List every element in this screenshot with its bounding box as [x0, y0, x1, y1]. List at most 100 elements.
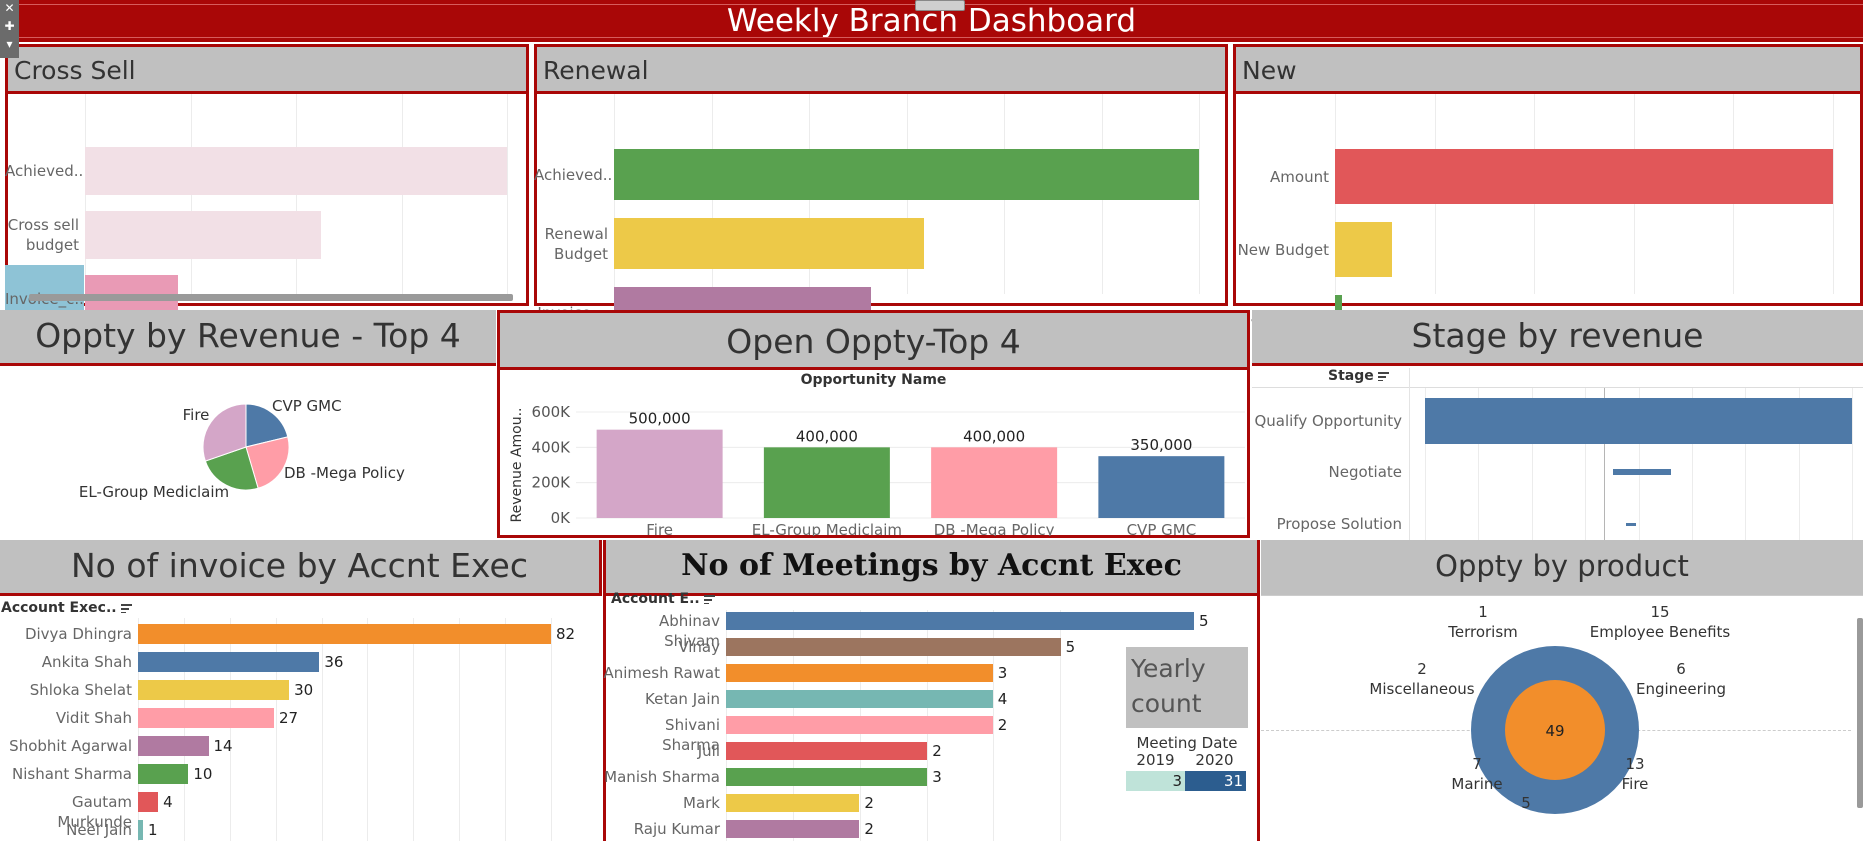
sort-icon[interactable] — [703, 594, 715, 604]
bar — [614, 149, 1199, 200]
exec-name: Vidit Shah — [55, 709, 132, 727]
bar — [726, 716, 993, 734]
stage-label: Propose Solution — [1276, 515, 1402, 533]
bar — [726, 690, 993, 708]
bar — [138, 736, 209, 756]
invoice-exec-panel: No of invoice by Accnt Exec Account Exec… — [0, 540, 602, 841]
segment-count: 6 — [1676, 660, 1686, 678]
data-label: 500,000 — [629, 410, 691, 428]
y-tick-label: 600K — [532, 403, 572, 421]
cross-sell-title: Cross Sell — [5, 44, 529, 94]
sort-icon[interactable] — [120, 603, 132, 613]
bar-label: Cross sell budget — [7, 216, 79, 254]
close-icon[interactable]: ✕ — [0, 0, 19, 18]
gridline — [1833, 94, 1834, 294]
yearly-count-title: Yearly count — [1126, 647, 1248, 728]
horizontal-scrollbar[interactable] — [29, 294, 513, 301]
segment-label: Fire — [1622, 775, 1649, 793]
stage-revenue-title: Stage by revenue — [1252, 310, 1863, 366]
bar — [726, 820, 860, 838]
gridline — [507, 94, 508, 294]
bar-value: 27 — [278, 709, 299, 727]
bar — [726, 638, 1061, 656]
segment-count: 15 — [1650, 603, 1669, 621]
stage-header[interactable]: Stage — [1328, 368, 1389, 384]
gridline — [367, 618, 368, 841]
bar — [138, 708, 274, 728]
meeting-date-header: Meeting Date — [1136, 734, 1238, 752]
gridline — [459, 618, 460, 841]
year-label: 2020 — [1195, 751, 1234, 769]
vertical-scrollbar[interactable] — [1857, 618, 1863, 808]
account-e-header-label: Account E.. — [611, 591, 700, 607]
bar — [138, 820, 144, 840]
sort-icon[interactable] — [1377, 371, 1389, 381]
bar — [763, 447, 890, 518]
floating-toolbar[interactable]: ✕ ✚ ▾ — [0, 0, 19, 58]
pie-label: Fire — [183, 406, 210, 424]
meetings-exec-title: No of Meetings by Accnt Exec — [603, 540, 1260, 596]
y-tick-label: 0K — [551, 509, 572, 527]
oppty-revenue-pie: CVP GMC DB -Mega Policy EL-Group Mediclaim… — [79, 397, 405, 501]
account-exec-header[interactable]: Account Exec.. — [1, 600, 132, 616]
bar-value: 30 — [294, 681, 314, 699]
x-tick-label: Fire — [646, 521, 673, 536]
segment-label: Engineering — [1636, 680, 1726, 698]
bar — [1625, 522, 1637, 526]
oppty-product-title: Oppty by product — [1261, 540, 1863, 596]
bar-value: 3 — [997, 664, 1008, 682]
oppty-revenue-panel: Oppty by Revenue - Top 4 CVP GMC DB -Mega… — [0, 310, 496, 540]
stage-label: Negotiate — [1328, 463, 1403, 481]
exec-name: Ankita Shah — [41, 653, 132, 671]
bar — [138, 764, 189, 784]
exec-name: Raju Kumar — [633, 820, 720, 838]
drag-handle[interactable] — [915, 0, 965, 11]
new-panel: New AmountNew BudgetInvoice_new — [1233, 44, 1863, 350]
bar-value: 2 — [864, 820, 874, 838]
bar-value: 36 — [324, 653, 344, 671]
oppty-product-panel: Oppty by product 49 1 Terrorism 15 Employee … — [1261, 540, 1863, 841]
bar — [138, 792, 159, 812]
exec-name: Neel Jain — [66, 821, 132, 839]
x-tick-label: EL-Group Mediclaim — [752, 521, 902, 536]
year-label: 2019 — [1136, 751, 1175, 769]
pie-label: EL-Group Mediclaim — [79, 483, 229, 501]
bar — [1425, 398, 1852, 444]
new-title: New — [1233, 44, 1863, 94]
exec-name: Shobhit Agarwal — [9, 737, 132, 755]
exec-name: Shloka Shelat — [29, 681, 132, 699]
account-exec-header-label: Account Exec.. — [1, 600, 117, 616]
bar — [1335, 149, 1833, 204]
exec-name: Animesh Rawat — [603, 664, 721, 682]
data-label: 350,000 — [1130, 436, 1192, 454]
gridline — [551, 618, 552, 841]
exec-name: Manish Sharma — [604, 768, 720, 786]
exec-name: Nishant Sharma — [12, 765, 132, 783]
cross-sell-chart: Achieved..Cross sell budgetInvoice_c.. — [5, 94, 529, 331]
stage-label: Qualify Opportunity — [1254, 412, 1402, 430]
invoice-exec-chart: Divya Dhingra 82 Ankita Shah 36 Shloka Shela… — [0, 618, 602, 841]
meetings-exec-panel: No of Meetings by Accnt Exec Account E..… — [603, 540, 1260, 841]
bar-value: 4 — [997, 690, 1008, 708]
pie-label: CVP GMC — [272, 397, 342, 415]
pie-label: DB -Mega Policy — [284, 464, 405, 482]
bar-label: New Budget — [1237, 240, 1329, 259]
segment-count: 7 — [1472, 755, 1482, 773]
y-tick-label: 400K — [532, 438, 572, 456]
pin-icon[interactable]: ✚ — [0, 18, 19, 36]
bar-label: Achieved.. — [5, 162, 84, 180]
bar — [931, 447, 1058, 518]
year-count-cell: 3 — [1126, 771, 1185, 791]
bar — [726, 794, 860, 812]
bar — [85, 211, 322, 259]
data-label: 400,000 — [796, 427, 858, 445]
exec-name: Ketan Jain — [645, 690, 720, 708]
bar — [726, 768, 928, 786]
stage-revenue-panel: Stage by revenue Stage Qualify Opportuni… — [1252, 310, 1863, 540]
bar-value: 10 — [193, 765, 213, 783]
chevron-down-icon[interactable]: ▾ — [0, 36, 19, 54]
account-e-header[interactable]: Account E.. — [611, 590, 715, 608]
data-label: 400,000 — [963, 427, 1025, 445]
open-oppty-chart: 600K 400K 200K 0K Revenue Amou.. 500,000 Fire 4… — [509, 403, 1245, 536]
yearly-count-table: 2019 3 2020 31 — [1126, 751, 1248, 793]
